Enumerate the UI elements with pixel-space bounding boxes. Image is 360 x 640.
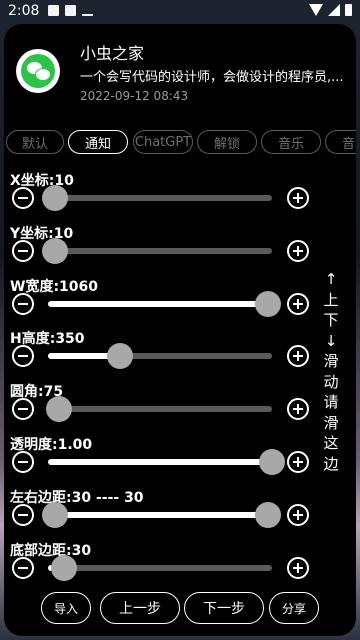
status-notification-icons xyxy=(48,5,93,16)
increment-button[interactable] xyxy=(287,451,309,473)
slider-fill xyxy=(48,459,272,465)
increment-button[interactable] xyxy=(287,556,309,579)
battery-icon xyxy=(345,4,352,16)
hint-char: 滑 xyxy=(323,352,339,370)
hint-char: ↑ xyxy=(324,270,338,288)
hint-char: 边 xyxy=(323,454,339,473)
slider-track[interactable] xyxy=(46,396,272,423)
increment-button[interactable] xyxy=(287,239,309,262)
decrement-button[interactable] xyxy=(12,503,34,526)
status-system-icons xyxy=(309,4,352,16)
settings-panel: 小虫之家 一个会写代码的设计师，会做设计的程序员,... 2022-09-12 … xyxy=(4,24,356,636)
decrement-button[interactable] xyxy=(12,239,34,262)
increment-button[interactable] xyxy=(287,292,309,315)
notification-time: 2022-09-12 08:43 xyxy=(80,89,189,103)
slider-track[interactable] xyxy=(48,343,272,370)
scroll-hint[interactable]: ↑ 上 下 ↓ 滑 动 请 滑 这 边 xyxy=(321,269,341,474)
slider-thumb[interactable] xyxy=(46,396,73,423)
increment-button[interactable] xyxy=(287,503,309,526)
increment-button[interactable] xyxy=(287,187,309,209)
tab-default[interactable]: 默认 xyxy=(6,130,64,154)
tab-notification[interactable]: 通知 xyxy=(68,130,128,154)
slider-label: 左右边距:30 ---- 30 xyxy=(10,489,144,506)
tab-music-2[interactable]: 音乐 xyxy=(325,130,356,154)
notification-text: 一个会写代码的设计师，会做设计的程序员,... xyxy=(80,70,344,85)
gallery-icon xyxy=(48,5,59,16)
decrement-button[interactable] xyxy=(12,398,34,421)
slider-thumb[interactable] xyxy=(41,185,68,211)
slider-track[interactable] xyxy=(48,554,272,581)
increment-button[interactable] xyxy=(287,345,309,368)
decrement-button[interactable] xyxy=(12,187,34,209)
status-time: 2:08 xyxy=(8,3,40,19)
notification-preview[interactable]: 小虫之家 一个会写代码的设计师，会做设计的程序员,... 2022-09-12 … xyxy=(4,24,356,124)
slider-thumb[interactable] xyxy=(50,554,77,581)
hint-char: 动 xyxy=(323,372,339,391)
import-button[interactable]: 导入 xyxy=(41,592,91,624)
slider-track[interactable] xyxy=(48,290,281,317)
minus-icon xyxy=(18,461,28,463)
minus-icon xyxy=(18,513,28,516)
minus-icon xyxy=(18,249,28,252)
slider-track[interactable] xyxy=(41,185,272,211)
hint-char: 上 xyxy=(323,290,339,309)
slider-track[interactable] xyxy=(41,237,272,264)
status-bar: 2:08 xyxy=(0,0,360,24)
prev-step-button[interactable]: 上一步 xyxy=(100,592,180,624)
minus-icon xyxy=(18,355,28,358)
image-icon xyxy=(65,5,76,16)
decrement-button[interactable] xyxy=(12,451,34,473)
decrement-button[interactable] xyxy=(12,292,34,315)
next-step-button[interactable]: 下一步 xyxy=(184,592,264,624)
hint-char: 请 xyxy=(323,393,339,411)
slider-thumb[interactable] xyxy=(254,501,281,528)
tab-bar: 默认 通知 ChatGPT 解锁 音乐 音乐 xyxy=(4,130,356,158)
minus-icon xyxy=(18,408,28,411)
minus-icon xyxy=(18,302,28,305)
hint-char: 下 xyxy=(323,311,339,329)
minus-icon xyxy=(18,566,28,569)
hint-char: ↓ xyxy=(324,331,338,350)
download-icon xyxy=(82,5,93,16)
hint-char: 滑 xyxy=(323,413,339,432)
tab-music[interactable]: 音乐 xyxy=(261,130,321,154)
slider-thumb[interactable] xyxy=(41,501,68,528)
slider-thumb[interactable] xyxy=(259,449,285,475)
decrement-button[interactable] xyxy=(12,556,34,579)
hint-char: 这 xyxy=(323,434,339,452)
tab-chatgpt[interactable]: ChatGPT xyxy=(133,130,193,154)
slider-thumb[interactable] xyxy=(41,237,68,264)
signal-icon xyxy=(328,4,340,16)
tab-unlock[interactable]: 解锁 xyxy=(197,130,257,154)
share-button[interactable]: 分享 xyxy=(269,592,319,624)
slider-fill xyxy=(48,300,268,307)
increment-button[interactable] xyxy=(287,398,309,421)
slider-track[interactable] xyxy=(48,449,285,475)
decrement-button[interactable] xyxy=(12,345,34,368)
wechat-icon xyxy=(16,49,60,93)
notification-title: 小虫之家 xyxy=(80,44,145,63)
slider-thumb[interactable] xyxy=(106,343,133,370)
slider-thumb[interactable] xyxy=(254,290,281,317)
wifi-icon xyxy=(309,4,323,16)
slider-track[interactable] xyxy=(41,501,281,528)
slider-fill xyxy=(54,511,268,518)
minus-icon xyxy=(18,197,28,199)
